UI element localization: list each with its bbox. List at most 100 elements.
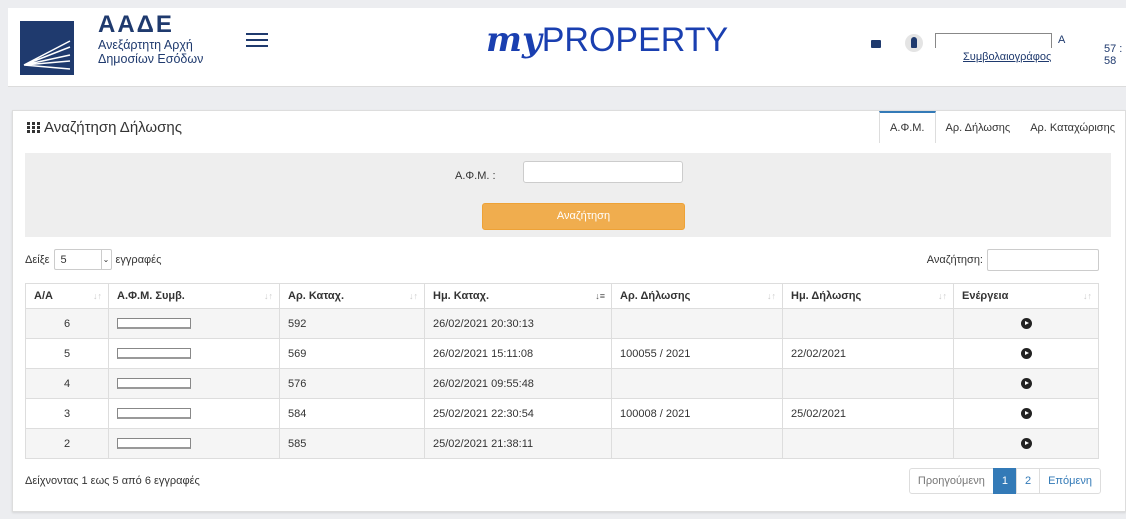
cell-hm-kat: 26/02/2021 15:11:08	[424, 338, 612, 369]
brand-title: ΑΑΔΕ	[98, 11, 174, 38]
redacted-afm	[117, 408, 191, 420]
open-arrow-icon[interactable]	[1020, 438, 1032, 450]
search-tabs: Α.Φ.Μ. Αρ. Δήλωσης Αρ. Καταχώρισης	[879, 111, 1125, 143]
app-logo-my: my	[486, 20, 542, 60]
next-page-button[interactable]: Επόμενη	[1039, 468, 1101, 494]
col-kat[interactable]: Αρ. Καταχ. ↓↑	[279, 283, 425, 309]
cell-afm	[108, 428, 280, 459]
cell-ar-dil: 100008 / 2021	[611, 398, 783, 429]
col-hm-kat-label: Ημ. Καταχ.	[433, 290, 489, 302]
col-hm-dil-label: Ημ. Δήλωσης	[791, 290, 862, 302]
cell-ar-dil: 100055 / 2021	[611, 338, 783, 369]
table-row: 2 585 25/02/2021 21:38:11	[25, 428, 1099, 459]
brand-line1: Ανεξάρτητη Αρχή	[98, 38, 193, 52]
col-afm-label: Α.Φ.Μ. Συμβ.	[117, 290, 185, 302]
sort-desc-icon: ↓≡	[595, 291, 605, 301]
col-afm[interactable]: Α.Φ.Μ. Συμβ. ↓↑	[108, 283, 280, 309]
cell-hm-dil	[782, 308, 954, 339]
cell-ar-dil	[611, 368, 783, 399]
redacted-afm	[117, 438, 191, 450]
user-name-suffix: Α	[1058, 34, 1066, 46]
cell-aa: 4	[25, 368, 109, 399]
mail-icon[interactable]	[871, 40, 881, 48]
table-filter: Αναζήτηση:	[927, 249, 1099, 271]
page-1-button[interactable]: 1	[992, 468, 1017, 494]
cell-action	[953, 338, 1099, 369]
show-label: Δείξε	[25, 253, 50, 266]
cell-kat: 592	[279, 308, 425, 339]
open-arrow-icon[interactable]	[1020, 348, 1032, 360]
tab-declaration-number[interactable]: Αρ. Δήλωσης	[936, 111, 1021, 143]
hamburger-menu-icon[interactable]	[246, 29, 268, 49]
pagination: Προηγούμενη 1 2 Επόμενη	[908, 468, 1101, 494]
sort-icon: ↓↑	[93, 291, 102, 301]
col-action[interactable]: Ενέργεια ↓↑	[953, 283, 1099, 309]
cell-aa: 2	[25, 428, 109, 459]
cell-action	[953, 428, 1099, 459]
cell-aa: 5	[25, 338, 109, 369]
cell-hm-kat: 25/02/2021 21:38:11	[424, 428, 612, 459]
table-info: Δείχνοντας 1 εως 5 από 6 εγγραφές	[25, 475, 200, 487]
cell-afm	[108, 368, 280, 399]
sort-icon: ↓↑	[938, 291, 947, 301]
cell-kat: 569	[279, 338, 425, 369]
cell-afm	[108, 398, 280, 429]
cell-aa: 6	[25, 308, 109, 339]
sort-icon: ↓↑	[1083, 291, 1092, 301]
afm-input[interactable]	[523, 161, 683, 183]
tab-registration-number[interactable]: Αρ. Καταχώρισης	[1020, 111, 1125, 143]
cell-hm-dil	[782, 368, 954, 399]
cell-ar-dil	[611, 308, 783, 339]
grid-icon	[27, 122, 40, 133]
open-arrow-icon[interactable]	[1020, 378, 1032, 390]
user-icon[interactable]	[905, 34, 923, 52]
cell-action	[953, 398, 1099, 429]
col-aa-label: Α/Α	[34, 290, 53, 302]
cell-kat: 585	[279, 428, 425, 459]
prev-page-button[interactable]: Προηγούμενη	[908, 468, 994, 494]
cell-hm-kat: 26/02/2021 20:30:13	[424, 308, 612, 339]
cell-action	[953, 368, 1099, 399]
user-role[interactable]: Συμβολαιογράφος	[963, 51, 1051, 63]
cell-hm-dil	[782, 428, 954, 459]
cell-ar-dil	[611, 428, 783, 459]
cell-kat: 584	[279, 398, 425, 429]
table-row: 6 592 26/02/2021 20:30:13	[25, 308, 1099, 339]
afm-label: Α.Φ.Μ. :	[455, 170, 496, 182]
page-length-select[interactable]: 5 ⌄	[53, 249, 112, 270]
filter-input[interactable]	[987, 249, 1099, 271]
page-2-button[interactable]: 2	[1015, 468, 1041, 494]
redacted-afm	[117, 378, 191, 390]
panel-title: Αναζήτηση Δήλωσης	[27, 119, 182, 136]
cell-hm-dil: 22/02/2021	[782, 338, 954, 369]
page-length-value: 5	[60, 253, 67, 266]
col-ar-dil-label: Αρ. Δήλωσης	[620, 290, 691, 302]
search-button[interactable]: Αναζήτηση	[482, 203, 685, 230]
cell-afm	[108, 308, 280, 339]
session-timer: 57 : 58	[1104, 43, 1123, 67]
panel-title-text: Αναζήτηση Δήλωσης	[44, 119, 182, 136]
cell-hm-dil: 25/02/2021	[782, 398, 954, 429]
redacted-afm	[117, 318, 191, 330]
redacted-user-name	[935, 33, 1029, 48]
cell-kat: 576	[279, 368, 425, 399]
col-ar-dil[interactable]: Αρ. Δήλωσης ↓↑	[611, 283, 783, 309]
col-hm-kat[interactable]: Ημ. Καταχ. ↓≡	[424, 283, 612, 309]
chevron-down-icon: ⌄	[100, 250, 111, 269]
open-arrow-icon[interactable]	[1020, 318, 1032, 330]
col-hm-dil[interactable]: Ημ. Δήλωσης ↓↑	[782, 283, 954, 309]
table-row: 5 569 26/02/2021 15:11:08 100055 / 2021 …	[25, 338, 1099, 369]
cell-hm-kat: 25/02/2021 22:30:54	[424, 398, 612, 429]
open-arrow-icon[interactable]	[1020, 408, 1032, 420]
top-header: ΑΑΔΕ Ανεξάρτητη Αρχή Δημοσίων Εσόδων myP…	[8, 8, 1126, 87]
records-label: εγγραφές	[115, 253, 162, 266]
sort-icon: ↓↑	[767, 291, 776, 301]
app-logo: myPROPERTY	[486, 20, 728, 60]
aade-logo	[20, 21, 74, 75]
tab-afm[interactable]: Α.Φ.Μ.	[879, 111, 936, 143]
search-form: Α.Φ.Μ. : Αναζήτηση	[25, 153, 1111, 237]
page-length-control: Δείξε 5 ⌄ εγγραφές	[25, 249, 161, 270]
col-aa[interactable]: Α/Α ↓↑	[25, 283, 109, 309]
results-table: Α/Α ↓↑ Α.Φ.Μ. Συμβ. ↓↑ Αρ. Καταχ. ↓↑ Ημ. Κα…	[25, 283, 1099, 459]
col-action-label: Ενέργεια	[962, 290, 1009, 302]
